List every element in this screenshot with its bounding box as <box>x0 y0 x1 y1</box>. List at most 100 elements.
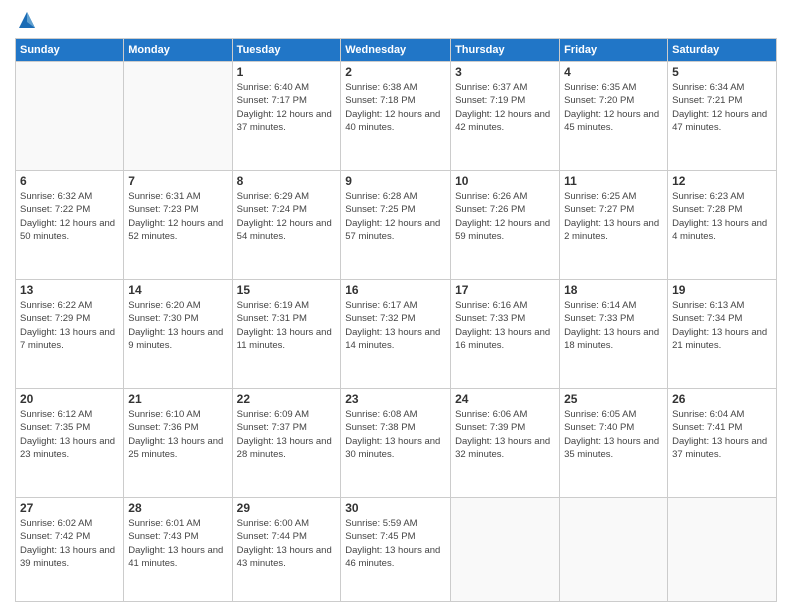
day-info: Sunrise: 6:38 AMSunset: 7:18 PMDaylight:… <box>345 81 446 134</box>
day-number: 7 <box>128 174 227 188</box>
day-info: Sunrise: 6:14 AMSunset: 7:33 PMDaylight:… <box>564 299 663 352</box>
day-info: Sunrise: 6:26 AMSunset: 7:26 PMDaylight:… <box>455 190 555 243</box>
day-number: 20 <box>20 392 119 406</box>
day-number: 22 <box>237 392 337 406</box>
calendar-cell: 14 Sunrise: 6:20 AMSunset: 7:30 PMDayligh… <box>124 280 232 389</box>
page: SundayMondayTuesdayWednesdayThursdayFrid… <box>0 0 792 612</box>
day-number: 1 <box>237 65 337 79</box>
day-info: Sunrise: 6:00 AMSunset: 7:44 PMDaylight:… <box>237 517 337 570</box>
day-number: 26 <box>672 392 772 406</box>
calendar-cell: 29 Sunrise: 6:00 AMSunset: 7:44 PMDayligh… <box>232 498 341 602</box>
day-number: 3 <box>455 65 555 79</box>
day-info: Sunrise: 5:59 AMSunset: 7:45 PMDaylight:… <box>345 517 446 570</box>
day-number: 27 <box>20 501 119 515</box>
day-number: 16 <box>345 283 446 297</box>
calendar-cell: 2 Sunrise: 6:38 AMSunset: 7:18 PMDaylight… <box>341 62 451 171</box>
day-info: Sunrise: 6:35 AMSunset: 7:20 PMDaylight:… <box>564 81 663 134</box>
day-number: 23 <box>345 392 446 406</box>
day-number: 25 <box>564 392 663 406</box>
day-info: Sunrise: 6:25 AMSunset: 7:27 PMDaylight:… <box>564 190 663 243</box>
day-info: Sunrise: 6:12 AMSunset: 7:35 PMDaylight:… <box>20 408 119 461</box>
calendar-cell: 24Sunrise: 6:06 AMSunset: 7:39 PMDayligh… <box>451 389 560 498</box>
calendar-cell: 28 Sunrise: 6:01 AMSunset: 7:43 PMDayligh… <box>124 498 232 602</box>
day-info: Sunrise: 6:02 AMSunset: 7:42 PMDaylight:… <box>20 517 119 570</box>
calendar-cell <box>560 498 668 602</box>
day-info: Sunrise: 6:23 AMSunset: 7:28 PMDaylight:… <box>672 190 772 243</box>
day-number: 6 <box>20 174 119 188</box>
calendar-header-friday: Friday <box>560 39 668 62</box>
day-info: Sunrise: 6:04 AMSunset: 7:41 PMDaylight:… <box>672 408 772 461</box>
day-info: Sunrise: 6:28 AMSunset: 7:25 PMDaylight:… <box>345 190 446 243</box>
calendar-cell: 10 Sunrise: 6:26 AMSunset: 7:26 PMDayligh… <box>451 171 560 280</box>
calendar-cell: 20 Sunrise: 6:12 AMSunset: 7:35 PMDayligh… <box>16 389 124 498</box>
day-number: 19 <box>672 283 772 297</box>
day-info: Sunrise: 6:10 AMSunset: 7:36 PMDaylight:… <box>128 408 227 461</box>
calendar-cell: 8Sunrise: 6:29 AMSunset: 7:24 PMDaylight… <box>232 171 341 280</box>
calendar-header-tuesday: Tuesday <box>232 39 341 62</box>
day-info: Sunrise: 6:20 AMSunset: 7:30 PMDaylight:… <box>128 299 227 352</box>
day-number: 14 <box>128 283 227 297</box>
calendar-header-row: SundayMondayTuesdayWednesdayThursdayFrid… <box>16 39 777 62</box>
day-number: 5 <box>672 65 772 79</box>
calendar-cell: 22 Sunrise: 6:09 AMSunset: 7:37 PMDayligh… <box>232 389 341 498</box>
day-number: 17 <box>455 283 555 297</box>
day-number: 12 <box>672 174 772 188</box>
calendar-cell: 4 Sunrise: 6:35 AMSunset: 7:20 PMDaylight… <box>560 62 668 171</box>
day-number: 15 <box>237 283 337 297</box>
calendar-cell: 16 Sunrise: 6:17 AMSunset: 7:32 PMDayligh… <box>341 280 451 389</box>
day-info: Sunrise: 6:13 AMSunset: 7:34 PMDaylight:… <box>672 299 772 352</box>
calendar-week-2: 13 Sunrise: 6:22 AMSunset: 7:29 PMDayligh… <box>16 280 777 389</box>
logo <box>15 10 37 30</box>
calendar-header-thursday: Thursday <box>451 39 560 62</box>
day-number: 4 <box>564 65 663 79</box>
day-number: 10 <box>455 174 555 188</box>
day-number: 9 <box>345 174 446 188</box>
calendar-cell: 9 Sunrise: 6:28 AMSunset: 7:25 PMDaylight… <box>341 171 451 280</box>
calendar-cell <box>451 498 560 602</box>
calendar-cell <box>16 62 124 171</box>
calendar-week-3: 20 Sunrise: 6:12 AMSunset: 7:35 PMDayligh… <box>16 389 777 498</box>
day-number: 21 <box>128 392 227 406</box>
day-info: Sunrise: 6:16 AMSunset: 7:33 PMDaylight:… <box>455 299 555 352</box>
calendar-cell: 27 Sunrise: 6:02 AMSunset: 7:42 PMDayligh… <box>16 498 124 602</box>
calendar-cell <box>124 62 232 171</box>
calendar-header-saturday: Saturday <box>668 39 777 62</box>
day-number: 24 <box>455 392 555 406</box>
calendar-cell: 15 Sunrise: 6:19 AMSunset: 7:31 PMDayligh… <box>232 280 341 389</box>
day-info: Sunrise: 6:17 AMSunset: 7:32 PMDaylight:… <box>345 299 446 352</box>
calendar-cell: 21 Sunrise: 6:10 AMSunset: 7:36 PMDayligh… <box>124 389 232 498</box>
day-info: Sunrise: 6:05 AMSunset: 7:40 PMDaylight:… <box>564 408 663 461</box>
day-info: Sunrise: 6:22 AMSunset: 7:29 PMDaylight:… <box>20 299 119 352</box>
day-number: 2 <box>345 65 446 79</box>
day-info: Sunrise: 6:37 AMSunset: 7:19 PMDaylight:… <box>455 81 555 134</box>
calendar-header-wednesday: Wednesday <box>341 39 451 62</box>
day-number: 28 <box>128 501 227 515</box>
calendar-cell: 30Sunrise: 5:59 AMSunset: 7:45 PMDayligh… <box>341 498 451 602</box>
calendar: SundayMondayTuesdayWednesdayThursdayFrid… <box>15 38 777 602</box>
calendar-cell: 13 Sunrise: 6:22 AMSunset: 7:29 PMDayligh… <box>16 280 124 389</box>
calendar-cell: 17 Sunrise: 6:16 AMSunset: 7:33 PMDayligh… <box>451 280 560 389</box>
day-info: Sunrise: 6:40 AMSunset: 7:17 PMDaylight:… <box>237 81 337 134</box>
day-info: Sunrise: 6:19 AMSunset: 7:31 PMDaylight:… <box>237 299 337 352</box>
day-info: Sunrise: 6:34 AMSunset: 7:21 PMDaylight:… <box>672 81 772 134</box>
day-info: Sunrise: 6:09 AMSunset: 7:37 PMDaylight:… <box>237 408 337 461</box>
day-number: 13 <box>20 283 119 297</box>
calendar-cell: 1 Sunrise: 6:40 AMSunset: 7:17 PMDaylight… <box>232 62 341 171</box>
calendar-cell: 18 Sunrise: 6:14 AMSunset: 7:33 PMDayligh… <box>560 280 668 389</box>
calendar-cell: 5 Sunrise: 6:34 AMSunset: 7:21 PMDaylight… <box>668 62 777 171</box>
day-info: Sunrise: 6:32 AMSunset: 7:22 PMDaylight:… <box>20 190 119 243</box>
calendar-header-sunday: Sunday <box>16 39 124 62</box>
day-number: 18 <box>564 283 663 297</box>
day-number: 29 <box>237 501 337 515</box>
calendar-cell: 11Sunrise: 6:25 AMSunset: 7:27 PMDayligh… <box>560 171 668 280</box>
day-info: Sunrise: 6:08 AMSunset: 7:38 PMDaylight:… <box>345 408 446 461</box>
calendar-cell: 7Sunrise: 6:31 AMSunset: 7:23 PMDaylight… <box>124 171 232 280</box>
calendar-cell: 23 Sunrise: 6:08 AMSunset: 7:38 PMDayligh… <box>341 389 451 498</box>
calendar-week-1: 6 Sunrise: 6:32 AMSunset: 7:22 PMDaylight… <box>16 171 777 280</box>
calendar-header-monday: Monday <box>124 39 232 62</box>
day-info: Sunrise: 6:29 AMSunset: 7:24 PMDaylight:… <box>237 190 337 243</box>
header <box>15 10 777 30</box>
day-info: Sunrise: 6:01 AMSunset: 7:43 PMDaylight:… <box>128 517 227 570</box>
calendar-cell: 6 Sunrise: 6:32 AMSunset: 7:22 PMDaylight… <box>16 171 124 280</box>
calendar-cell: 3 Sunrise: 6:37 AMSunset: 7:19 PMDaylight… <box>451 62 560 171</box>
